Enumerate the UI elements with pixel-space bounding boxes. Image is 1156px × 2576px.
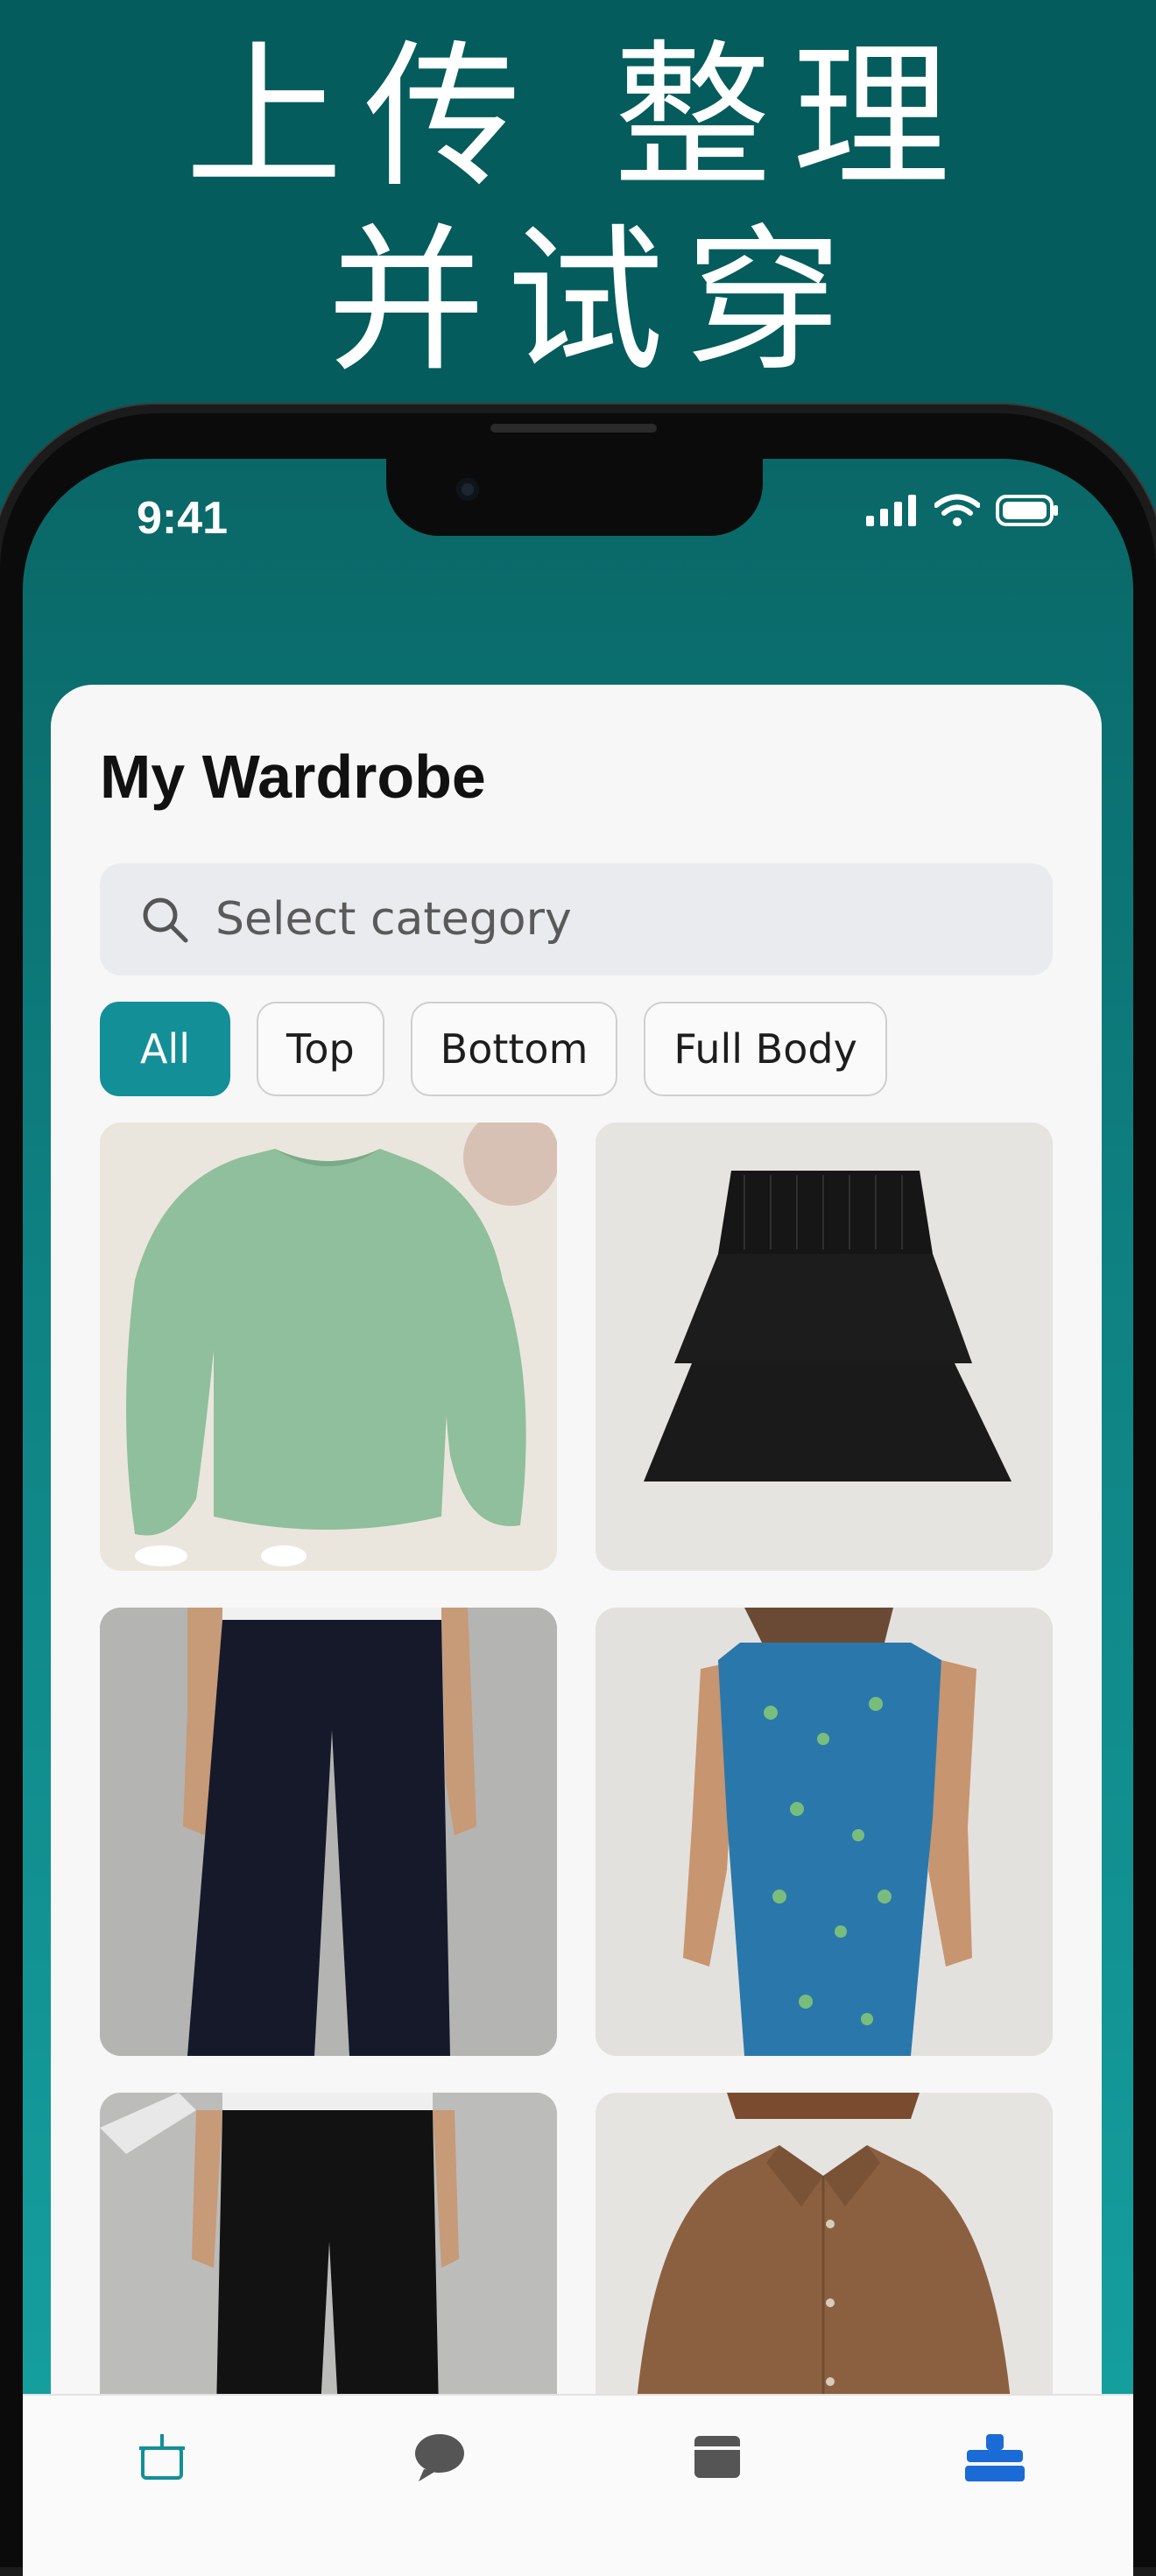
headline-line-2: 并试穿 — [327, 210, 863, 393]
filter-chips: All Top Bottom Full Body — [100, 1002, 887, 1096]
tab-chat[interactable] — [300, 2396, 578, 2576]
search-icon — [143, 897, 188, 943]
filter-chip-full-body[interactable]: Full Body — [644, 1002, 887, 1096]
tab-closet[interactable] — [856, 2396, 1133, 2576]
promo-headline: 上传 整理 并试穿 — [0, 26, 1156, 394]
wardrobe-box-icon — [694, 2436, 740, 2478]
floral-dress-image — [596, 1608, 1053, 2056]
category-search[interactable] — [100, 863, 1053, 975]
filter-chip-bottom[interactable]: Bottom — [410, 1002, 618, 1096]
closet-icon — [964, 2434, 1025, 2481]
wardrobe-item-floral-dress[interactable] — [596, 1608, 1053, 2056]
filter-chip-all[interactable]: All — [100, 1002, 231, 1096]
skirt-image — [596, 1123, 1053, 1571]
signal-icon — [866, 495, 916, 526]
tab-wardrobe-box[interactable] — [578, 2396, 856, 2576]
wifi-icon — [934, 494, 980, 526]
search-input[interactable] — [214, 892, 1005, 947]
wardrobe-card: My Wardrobe All Top Bottom Full Body — [51, 685, 1102, 2576]
battery-icon — [996, 495, 1058, 526]
notch — [386, 459, 763, 536]
wardrobe-item-sweatshirt[interactable] — [100, 1123, 557, 1571]
headline-line-1: 上传 整理 — [185, 26, 971, 209]
chat-bubble-icon — [414, 2434, 464, 2481]
front-camera — [456, 478, 479, 501]
status-time: 9:41 — [137, 493, 229, 544]
filter-chip-top[interactable]: Top — [257, 1002, 384, 1096]
status-icons — [866, 494, 1059, 527]
phone-screen: 9:41 My Wardrobe Select category All Top… — [23, 459, 1133, 2576]
wardrobe-item-navy-trousers[interactable] — [100, 1608, 557, 2056]
phone-speaker — [490, 424, 657, 433]
page-title: My Wardrobe — [100, 743, 486, 811]
phone-frame: 9:41 My Wardrobe Select category All Top… — [0, 405, 1156, 2576]
tab-bar — [23, 2394, 1133, 2576]
wardrobe-item-skirt[interactable] — [596, 1123, 1053, 1571]
navy-trousers-image — [100, 1608, 557, 2056]
sweatshirt-image — [100, 1123, 557, 1571]
tab-upload[interactable] — [23, 2396, 300, 2576]
hanger-bag-icon — [138, 2434, 185, 2480]
